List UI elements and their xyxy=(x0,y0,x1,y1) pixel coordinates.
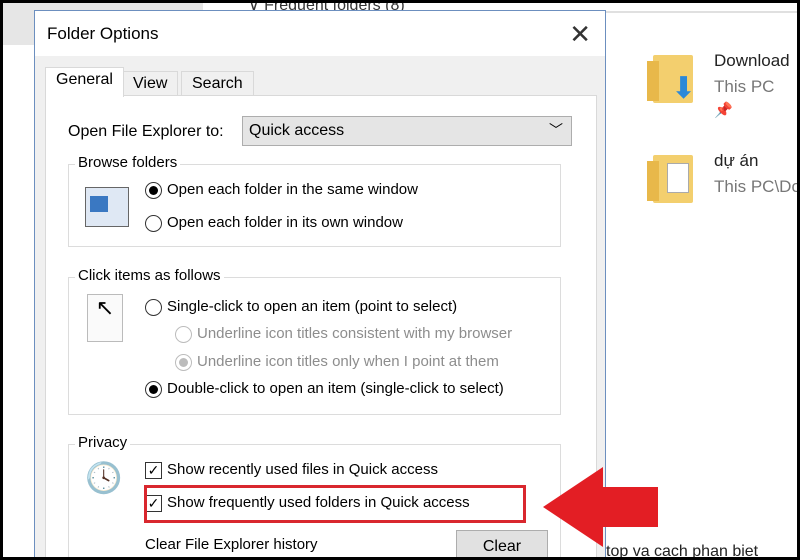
browse-folders-group: Browse folders Open each folder in the s… xyxy=(68,154,561,247)
tab-view[interactable]: View xyxy=(122,71,179,96)
radio-same-window[interactable]: Open each folder in the same window xyxy=(145,181,418,199)
folder-options-dialog: Folder Options ✕ General View Search Ope… xyxy=(34,10,606,557)
radio-button[interactable] xyxy=(145,380,162,398)
radio-underline-browser[interactable]: Underline icon titles consistent with my… xyxy=(175,325,512,343)
open-explorer-select[interactable]: Quick access ﹀ xyxy=(242,116,572,146)
option-label: Double-click to open an item (single-cli… xyxy=(167,380,504,397)
cursor-click-icon: ↖ xyxy=(87,294,123,342)
group-label: Privacy xyxy=(75,434,131,451)
option-label: Underline icon titles consistent with my… xyxy=(197,325,513,342)
radio-button[interactable] xyxy=(145,298,162,316)
close-button[interactable]: ✕ xyxy=(569,19,591,50)
group-label: Click items as follows xyxy=(75,267,224,284)
title-bar: Folder Options ✕ xyxy=(35,11,605,56)
divider xyxy=(603,11,797,13)
radio-button[interactable] xyxy=(175,325,192,343)
clear-history-label: Clear File Explorer history xyxy=(145,536,318,553)
highlight-box xyxy=(144,485,526,523)
option-label: Underline icon titles only when I point … xyxy=(197,353,499,370)
option-label: Open each folder in the same window xyxy=(167,181,418,198)
checkbox[interactable]: ✓ xyxy=(145,461,162,479)
general-panel: Open File Explorer to: Quick access ﹀ Bro… xyxy=(45,95,597,557)
browse-window-icon xyxy=(85,187,129,227)
checkbox-recent-files[interactable]: ✓ Show recently used files in Quick acces… xyxy=(145,461,438,479)
chevron-down-icon: ﹀ xyxy=(549,122,563,138)
click-items-group: Click items as follows ↖ Single-click to… xyxy=(68,267,561,415)
radio-own-window[interactable]: Open each folder in its own window xyxy=(145,214,403,232)
group-label: Browse folders xyxy=(75,154,181,171)
option-label: Show recently used files in Quick access xyxy=(167,461,438,478)
radio-button[interactable] xyxy=(145,181,162,199)
folder-location: This PC xyxy=(714,77,775,96)
folder-icon xyxy=(647,155,693,203)
downloads-folder-icon: ⬇ xyxy=(647,55,696,105)
select-value: Quick access xyxy=(249,122,345,139)
open-explorer-label: Open File Explorer to: xyxy=(68,123,224,140)
option-label: Single-click to open an item (point to s… xyxy=(167,298,458,315)
radio-double-click[interactable]: Double-click to open an item (single-cli… xyxy=(145,380,504,398)
red-arrow-annotation xyxy=(543,467,658,547)
radio-button[interactable] xyxy=(145,214,162,232)
explorer-background: ∨ Frequent folders (8) ⬇ Download This P… xyxy=(3,3,797,557)
radio-underline-point[interactable]: Underline icon titles only when I point … xyxy=(175,353,499,371)
tab-general[interactable]: General xyxy=(45,67,124,97)
arrow-shape xyxy=(543,467,658,547)
tab-search[interactable]: Search xyxy=(181,71,254,96)
privacy-clock-icon: 🕓 xyxy=(85,462,123,495)
clear-button[interactable]: Clear xyxy=(456,530,548,557)
radio-button[interactable] xyxy=(175,353,192,371)
pin-icon: 📌 xyxy=(714,102,733,119)
folder-name: dự án xyxy=(714,151,759,170)
option-label: Open each folder in its own window xyxy=(167,214,403,231)
radio-single-click[interactable]: Single-click to open an item (point to s… xyxy=(145,298,457,316)
folder-location: This PC\Do xyxy=(714,177,797,196)
folder-name: Download xyxy=(714,51,790,70)
dialog-title: Folder Options xyxy=(47,24,159,43)
